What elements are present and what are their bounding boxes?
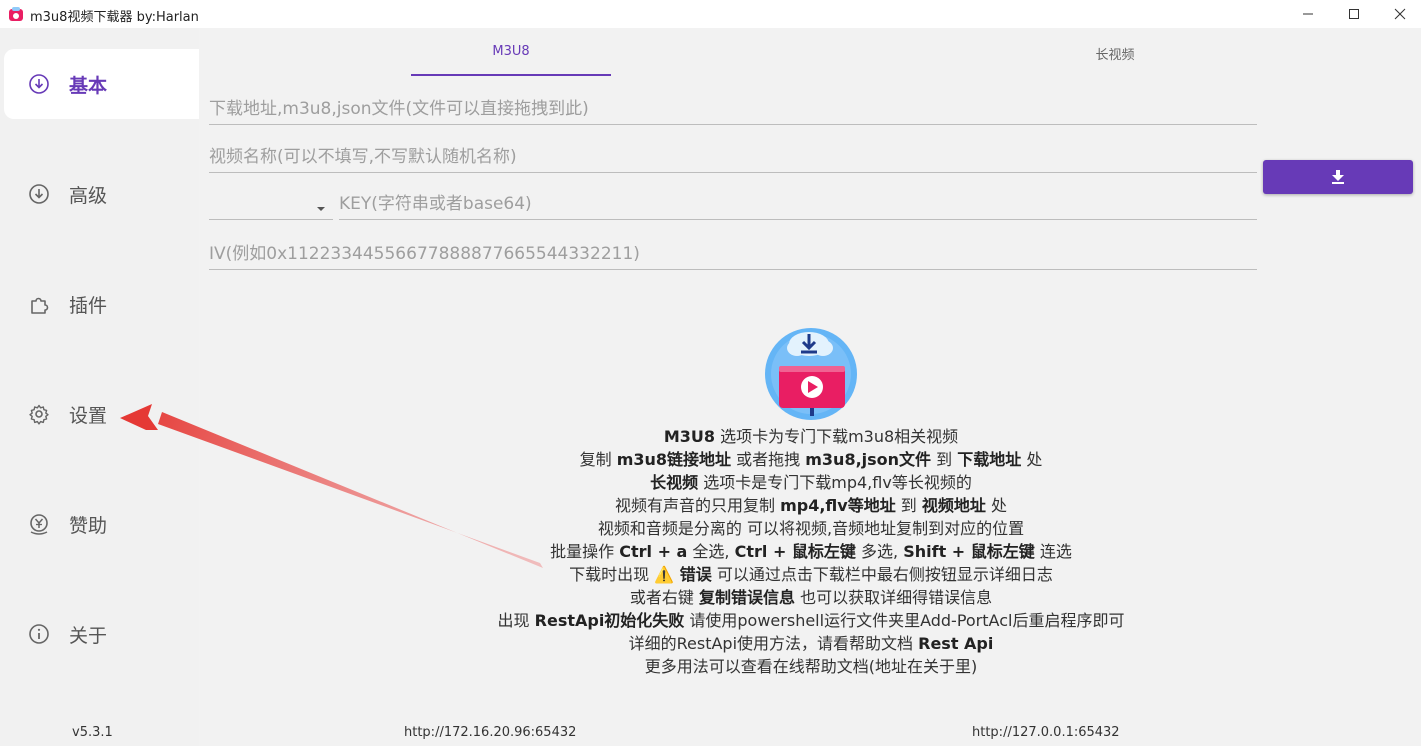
sidebar-item-label: 关于 xyxy=(69,624,108,647)
main-panel: M3U8 长视频 下载地址,m3u8,json文件(文件可以直接拖拽到此) 视频… xyxy=(199,28,1421,746)
maximize-button[interactable] xyxy=(1331,0,1377,28)
help-line: 视频和音频是分离的 可以将视频,音频地址复制到对应的位置 xyxy=(597,519,1025,538)
sidebar-item-label: 插件 xyxy=(69,294,108,317)
help-line: 长视频 选项卡是专门下载mp4,flv等长视频的 xyxy=(650,473,972,492)
local-api-url[interactable]: http://127.0.0.1:65432 xyxy=(972,725,1120,740)
close-icon xyxy=(1394,8,1406,20)
help-line: 或者右键 复制错误信息 也可以获取详细得错误信息 xyxy=(629,588,993,607)
tab-bar: M3U8 长视频 xyxy=(199,28,1421,78)
sidebar-item-basic[interactable]: 基本 xyxy=(4,49,199,119)
app-logo-icon xyxy=(9,7,23,21)
minimize-icon xyxy=(1303,13,1313,15)
tab-long-video[interactable]: 长视频 xyxy=(1015,44,1215,63)
help-line: M3U8 选项卡为专门下载m3u8相关视频 xyxy=(663,427,959,446)
title-bar: m3u8视频下载器 by:Harlan xyxy=(0,0,1421,28)
info-icon xyxy=(29,624,49,644)
download-icon xyxy=(1332,170,1344,184)
sidebar-item-label: 基本 xyxy=(69,74,108,97)
warning-icon: ⚠️ xyxy=(654,565,675,584)
close-button[interactable] xyxy=(1377,0,1421,28)
yen-icon xyxy=(30,514,48,535)
tab-m3u8[interactable]: M3U8 xyxy=(411,44,611,59)
help-line: 批量操作 Ctrl + a 全选, Ctrl + 鼠标左键 多选, Shift … xyxy=(550,542,1072,561)
help-line: 视频有声音的只用复制 mp4,flv等地址 到 视频地址 处 xyxy=(614,496,1008,515)
sidebar-item-label: 高级 xyxy=(69,184,108,207)
maximize-icon xyxy=(1349,9,1359,19)
encryption-method-select[interactable] xyxy=(209,190,333,220)
gear-icon xyxy=(29,404,49,425)
sidebar-item-advanced[interactable]: 高级 xyxy=(4,159,199,229)
lan-api-url[interactable]: http://172.16.20.96:65432 xyxy=(404,725,576,740)
key-field xyxy=(339,190,1257,220)
version-label: v5.3.1 xyxy=(72,725,113,740)
help-line: 下载时出现 ⚠️ 错误 可以通过点击下载栏中最右侧按钮显示详细日志 xyxy=(569,565,1053,584)
download-url-field xyxy=(209,95,1257,125)
help-line: 详细的RestApi使用方法，请看帮助文档 Rest Api xyxy=(628,634,994,653)
help-line: 出现 RestApi初始化失败 请使用powershell运行文件夹里Add-P… xyxy=(497,611,1125,630)
sidebar-item-label: 设置 xyxy=(69,404,108,427)
sidebar-item-plugins[interactable]: 插件 xyxy=(4,269,199,339)
download-url-input[interactable] xyxy=(209,95,1257,123)
video-name-input[interactable] xyxy=(209,143,1257,171)
dropdown-arrow-icon xyxy=(317,207,325,211)
minimize-button[interactable] xyxy=(1285,0,1331,28)
sidebar-item-about[interactable]: 关于 xyxy=(4,599,199,669)
video-name-field xyxy=(209,143,1257,173)
help-line: 复制 m3u8链接地址 或者拖拽 m3u8,json文件 到 下载地址 处 xyxy=(579,450,1043,469)
sidebar: 基本 高级 插件 设置 赞助 关于 v5.3.1 xyxy=(0,28,199,746)
window-title: m3u8视频下载器 by:Harlan xyxy=(30,10,199,25)
download-circle-icon xyxy=(29,184,49,204)
help-text: M3U8 选项卡为专门下载m3u8相关视频 复制 m3u8链接地址 或者拖拽 m… xyxy=(399,425,1223,678)
iv-input[interactable] xyxy=(209,240,1257,268)
download-button[interactable] xyxy=(1263,160,1413,194)
key-input[interactable] xyxy=(339,190,1257,218)
video-download-illustration xyxy=(765,328,857,420)
download-circle-icon xyxy=(29,74,49,94)
iv-field xyxy=(209,240,1257,270)
sidebar-item-label: 赞助 xyxy=(69,514,108,537)
puzzle-icon xyxy=(31,297,49,314)
active-tab-indicator xyxy=(411,74,611,76)
sidebar-item-sponsor[interactable]: 赞助 xyxy=(4,489,199,559)
help-line: 更多用法可以查看在线帮助文档(地址在关于里) xyxy=(644,657,978,676)
sidebar-item-settings[interactable]: 设置 xyxy=(4,379,199,449)
